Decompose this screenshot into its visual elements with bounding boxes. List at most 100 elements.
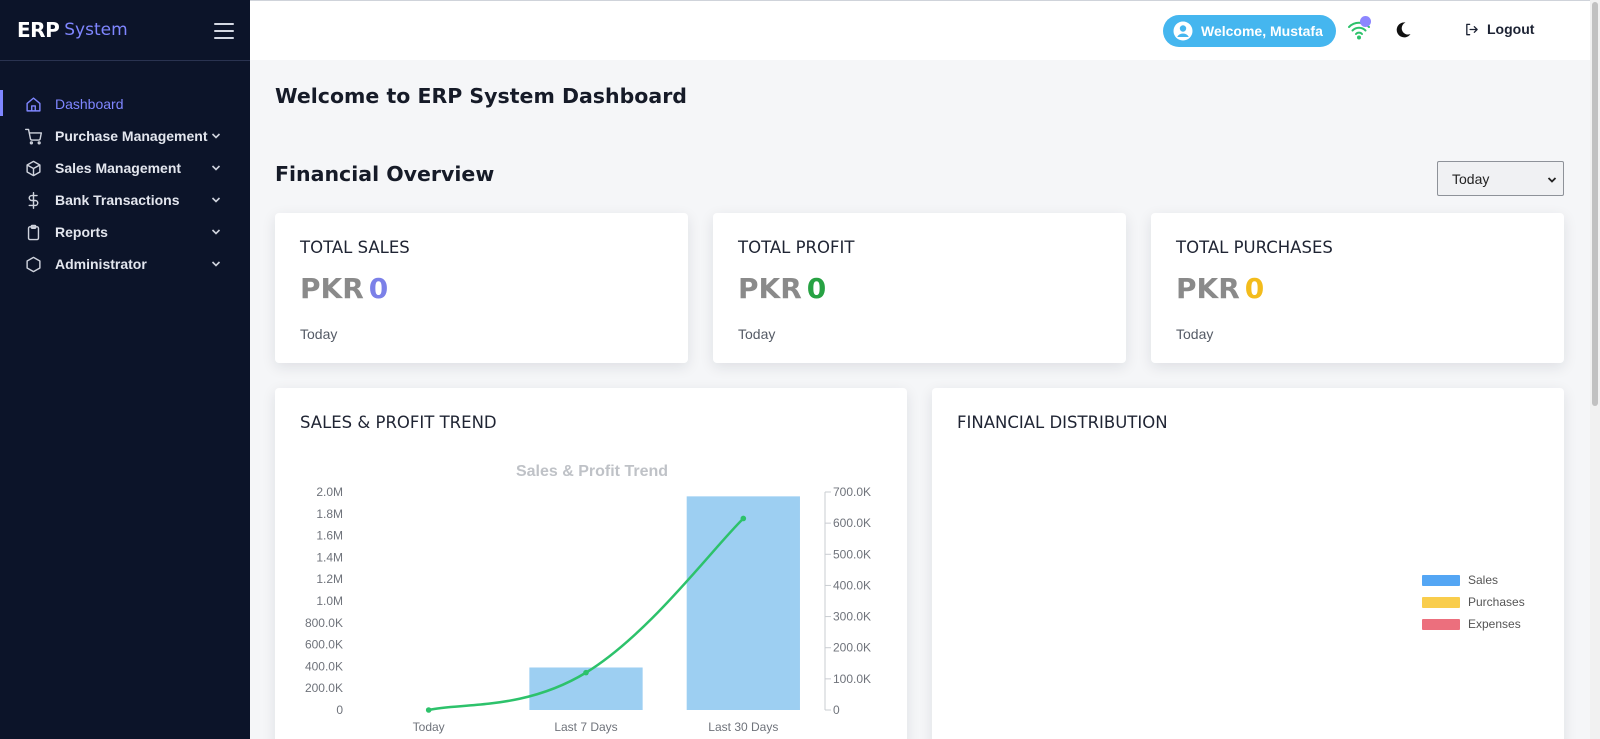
section-title: Financial Overview (275, 162, 495, 186)
x-tick-label: Last 7 Days (554, 720, 617, 734)
y-right-tick-label: 500.0K (833, 547, 871, 561)
y-left-tick-label: 1.8M (316, 507, 343, 521)
sidebar-item-dashboard[interactable]: Dashboard (0, 88, 250, 120)
stat-label: TOTAL PURCHASES (1176, 238, 1333, 257)
stat-period: Today (1176, 326, 1214, 342)
hamburger-menu-icon[interactable] (214, 23, 234, 39)
sidebar-nav: Dashboard Purchase Management Sales Mana… (0, 88, 250, 280)
user-welcome-button[interactable]: Welcome, Mustafa (1163, 15, 1336, 47)
sidebar-item-bank-transactions[interactable]: Bank Transactions (0, 184, 250, 216)
sales-profit-trend-panel: SALES & PROFIT TREND Sales & Profit Tren… (275, 388, 907, 739)
y-left-tick-label: 400.0K (305, 659, 343, 673)
period-select-value: Today (1452, 170, 1490, 187)
status-dot (1360, 16, 1371, 27)
y-right-tick-label: 100.0K (833, 672, 871, 686)
chevron-down-icon (1547, 177, 1557, 183)
sidebar-item-label: Dashboard (55, 96, 124, 112)
y-right-tick-label: 300.0K (833, 610, 871, 624)
stat-currency: PKR (738, 272, 802, 305)
logout-label: Logout (1487, 21, 1535, 37)
topbar: Welcome, Mustafa Logout (250, 0, 1600, 60)
bar (686, 496, 800, 710)
chevron-down-icon[interactable] (211, 259, 221, 269)
scrollbar-thumb[interactable] (1592, 2, 1598, 406)
sidebar-item-label: Sales Management (55, 160, 182, 176)
legend-label: Purchases (1468, 595, 1525, 609)
hexagon-icon (25, 256, 42, 273)
stat-number: 0 (368, 272, 389, 305)
stat-label: TOTAL PROFIT (738, 238, 855, 257)
y-left-tick-label: 200.0K (305, 681, 343, 695)
y-right-tick-label: 200.0K (833, 641, 871, 655)
page-title: Welcome to ERP System Dashboard (275, 84, 687, 108)
legend-swatch (1422, 574, 1460, 586)
stat-value: PKR 0 (1176, 272, 1264, 305)
sidebar-item-label: Purchase Management (55, 128, 208, 144)
chevron-down-icon[interactable] (211, 163, 221, 173)
y-left-tick-label: 0 (336, 703, 343, 717)
sidebar-item-administrator[interactable]: Administrator (0, 248, 250, 280)
cart-icon (25, 128, 42, 145)
sidebar-item-label: Reports (55, 224, 108, 240)
sidebar-item-label: Bank Transactions (55, 192, 180, 208)
total-profit-card: TOTAL PROFIT PKR 0 Today (713, 213, 1126, 363)
clipboard-icon (25, 224, 42, 241)
page-scrollbar[interactable] (1590, 0, 1600, 739)
x-tick-label: Last 30 Days (708, 720, 778, 734)
sidebar-item-purchase-management[interactable]: Purchase Management (0, 120, 250, 152)
financial-distribution-panel: FINANCIAL DISTRIBUTION Sales Purchases E… (932, 388, 1564, 739)
y-right-tick-label: 600.0K (833, 516, 871, 530)
brand-strong: ERP (17, 18, 60, 42)
y-left-tick-label: 1.4M (316, 550, 343, 564)
home-icon (25, 96, 42, 113)
total-sales-card: TOTAL SALES PKR 0 Today (275, 213, 688, 363)
stat-period: Today (738, 326, 776, 342)
period-select[interactable]: Today (1437, 161, 1564, 196)
moon-icon[interactable] (1394, 21, 1412, 39)
line-point (583, 669, 589, 676)
stat-value: PKR 0 (738, 272, 826, 305)
legend-item-sales[interactable]: Sales (1422, 569, 1525, 591)
x-tick-label: Today (413, 720, 445, 734)
sidebar-item-label: Administrator (55, 256, 147, 272)
total-purchases-card: TOTAL PURCHASES PKR 0 Today (1151, 213, 1564, 363)
stat-period: Today (300, 326, 338, 342)
sales-profit-trend-chart: Sales & Profit Trend 0 200.0K 400.0K 600.0K… (305, 463, 871, 734)
y-left-tick-label: 800.0K (305, 616, 343, 630)
legend-swatch (1422, 596, 1460, 608)
y-left-tick-label: 1.0M (316, 594, 343, 608)
sidebar: ERP System Dashboard Purchase Management… (0, 0, 250, 739)
panel-title: FINANCIAL DISTRIBUTION (957, 413, 1168, 432)
legend-swatch (1422, 618, 1460, 630)
y-left-tick-label: 2.0M (316, 485, 343, 499)
stat-currency: PKR (1176, 272, 1240, 305)
user-avatar-icon (1173, 21, 1193, 41)
legend-item-purchases[interactable]: Purchases (1422, 591, 1525, 613)
y-right-tick-label: 0 (833, 703, 840, 717)
welcome-text: Welcome, Mustafa (1201, 23, 1323, 39)
logout-icon (1466, 23, 1478, 35)
sidebar-item-reports[interactable]: Reports (0, 216, 250, 248)
brand-logo[interactable]: ERP System (0, 0, 250, 61)
legend-item-expenses[interactable]: Expenses (1422, 613, 1525, 635)
stat-value: PKR 0 (300, 272, 388, 305)
stat-currency: PKR (300, 272, 364, 305)
line-point (740, 515, 747, 522)
stat-label: TOTAL SALES (300, 238, 410, 257)
stat-number: 0 (1244, 272, 1265, 305)
y-right-tick-label: 400.0K (833, 578, 871, 592)
legend-label: Sales (1468, 573, 1499, 587)
distribution-legend: Sales Purchases Expenses (1422, 569, 1525, 635)
chevron-down-icon[interactable] (211, 195, 221, 205)
y-left-tick-label: 1.6M (316, 529, 343, 543)
box-icon (25, 160, 42, 177)
chart-title: Sales & Profit Trend (516, 463, 668, 480)
dollar-icon (25, 191, 42, 209)
chevron-down-icon[interactable] (211, 131, 221, 141)
stat-number: 0 (806, 272, 827, 305)
y-left-tick-label: 1.2M (316, 572, 343, 586)
chevron-down-icon[interactable] (211, 227, 221, 237)
line-point (425, 707, 432, 713)
logout-button[interactable]: Logout (1464, 21, 1534, 37)
sidebar-item-sales-management[interactable]: Sales Management (0, 152, 250, 184)
